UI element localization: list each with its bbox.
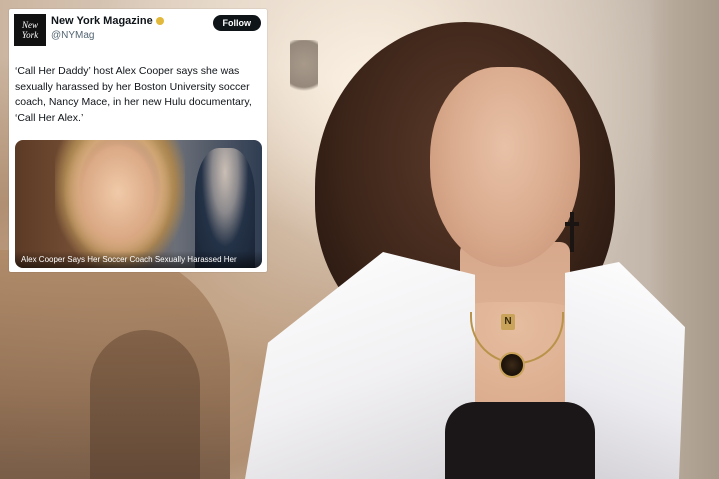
letter-pendant: N	[501, 314, 515, 330]
avatar[interactable]: New York	[14, 14, 46, 46]
medallion-pendant	[499, 352, 525, 378]
background-doorway	[90, 330, 200, 479]
verified-badge-icon	[155, 17, 164, 26]
woman-photo: N	[245, 12, 685, 479]
media-background-person	[195, 148, 255, 268]
tweet-card: New York New York Magazine @NYMag Follow…	[9, 9, 267, 272]
follow-button[interactable]: Follow	[212, 15, 261, 31]
tweet-text: ‘Call Her Daddy’ host Alex Cooper says s…	[15, 65, 252, 124]
white-blazer-left	[245, 252, 475, 479]
face	[430, 67, 580, 267]
media-face	[63, 140, 173, 264]
avatar-line-1: New	[21, 20, 38, 30]
black-top	[445, 402, 595, 479]
avatar-line-2: York	[21, 30, 39, 40]
tweet-media[interactable]: Alex Cooper Says Her Soccer Coach Sexual…	[15, 140, 262, 268]
account-name-text: New York Magazine	[51, 15, 153, 27]
cross-earring-icon	[565, 212, 579, 252]
media-caption: Alex Cooper Says Her Soccer Coach Sexual…	[15, 251, 262, 268]
account-handle[interactable]: @NYMag	[51, 30, 95, 41]
account-name[interactable]: New York Magazine	[51, 15, 164, 27]
